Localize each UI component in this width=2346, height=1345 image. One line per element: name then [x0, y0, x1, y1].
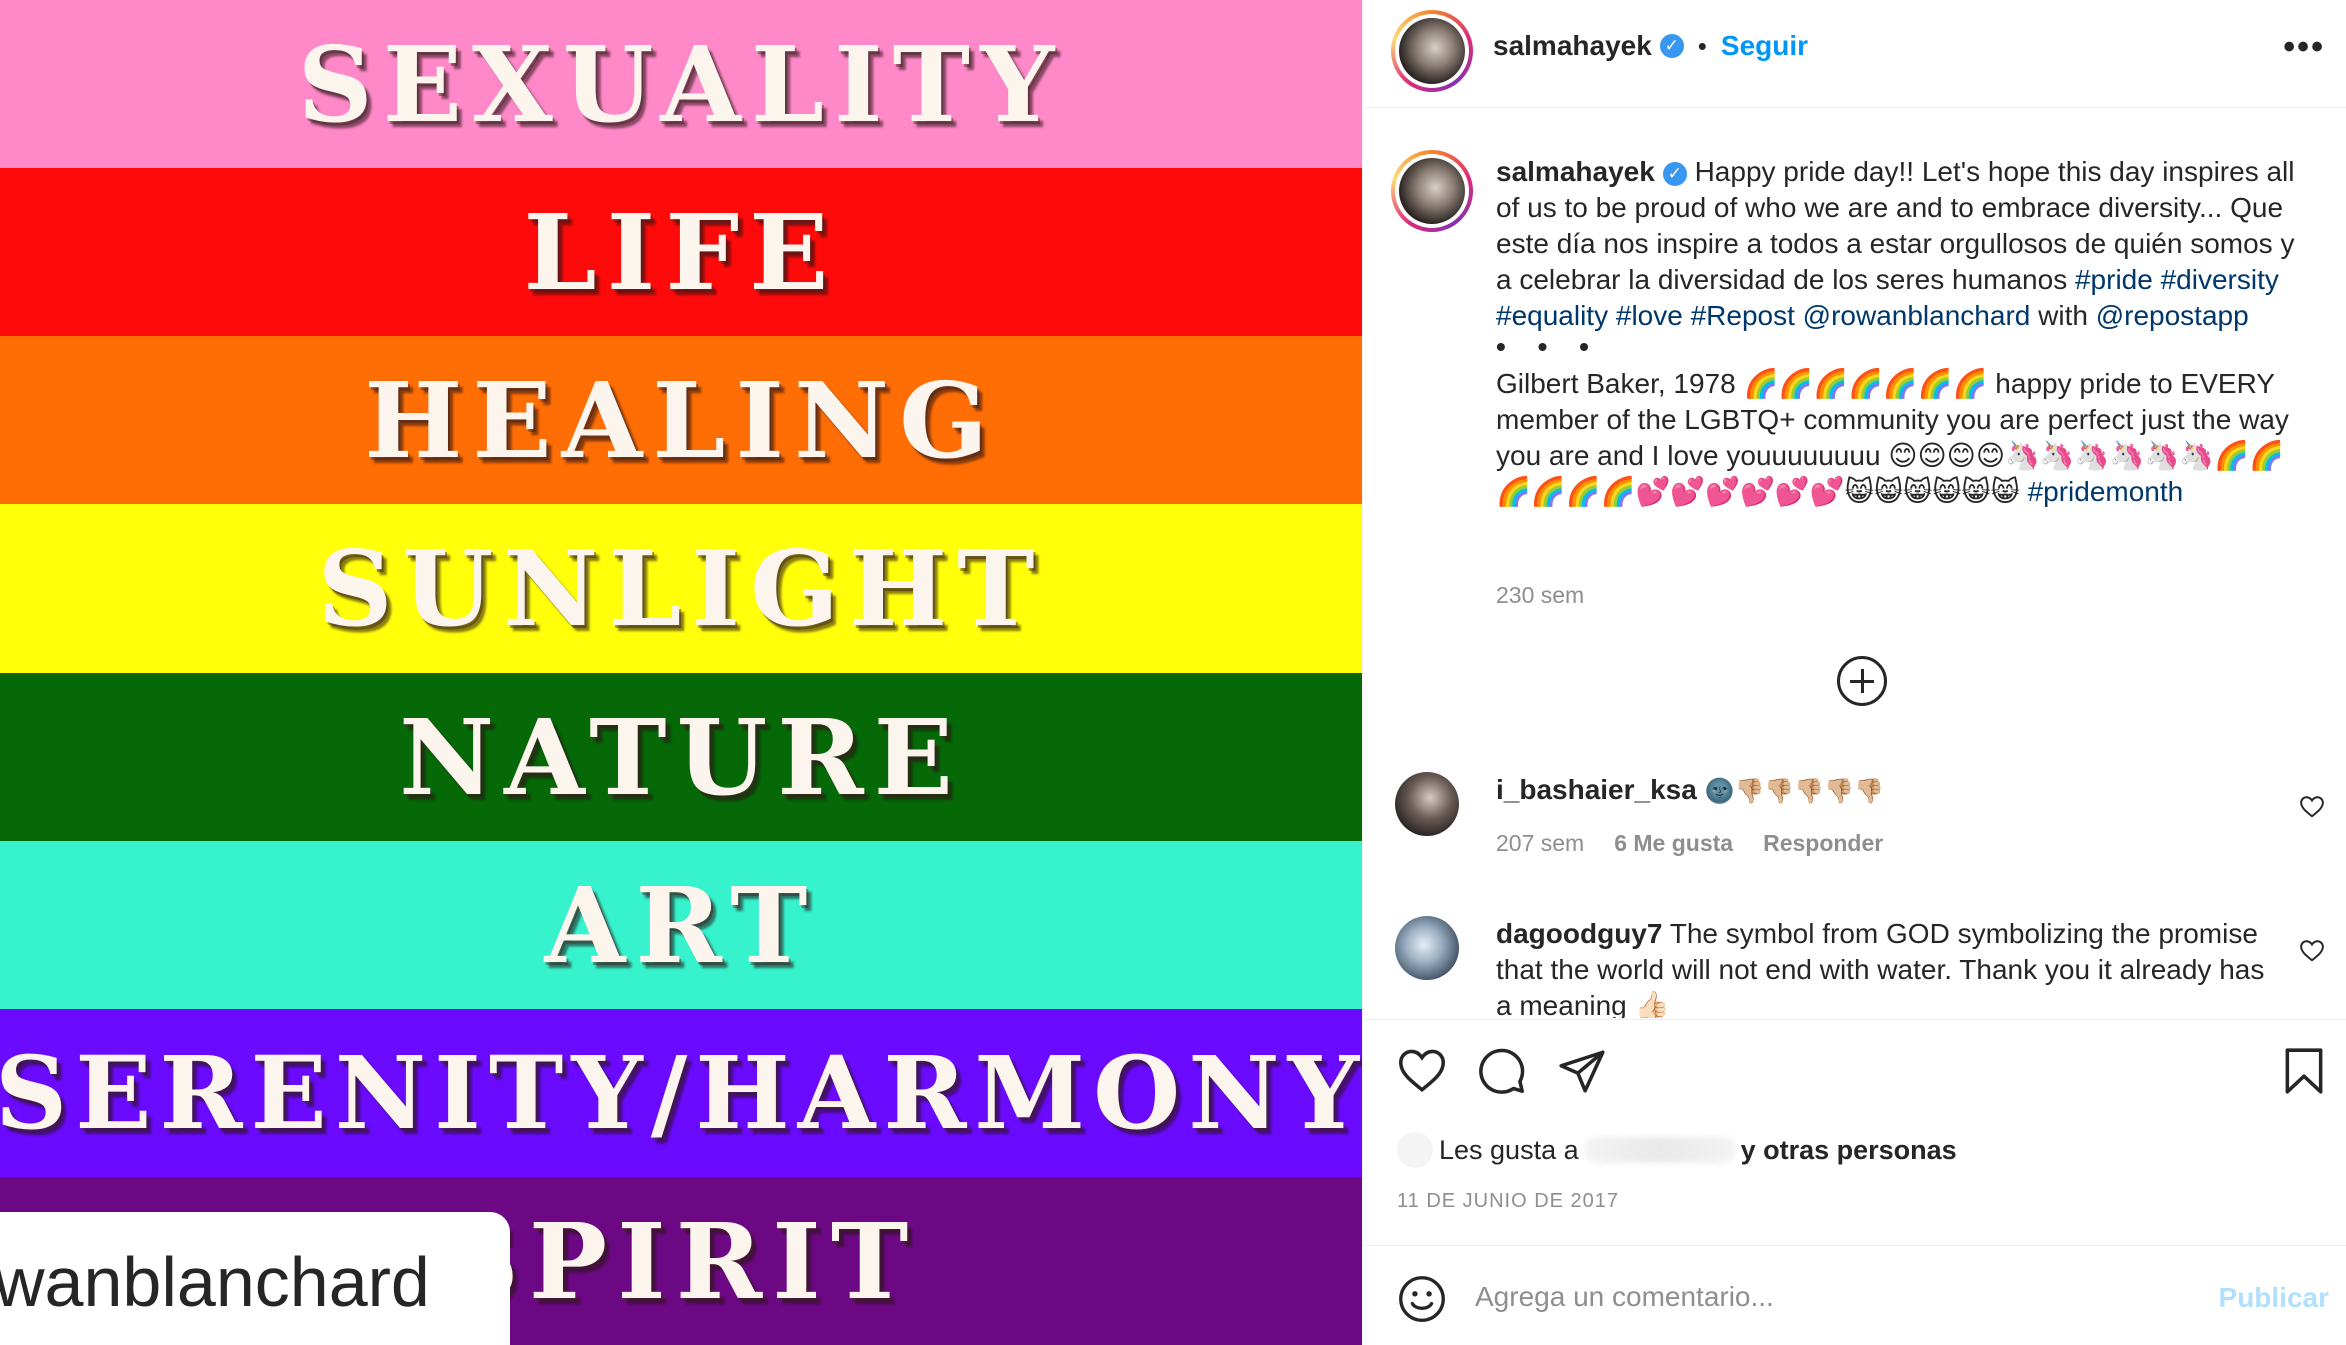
flag-stripe: HEALING: [0, 336, 1362, 506]
emoji-icon[interactable]: [1397, 1274, 1447, 1324]
publish-button[interactable]: Publicar: [2219, 1282, 2329, 1314]
comment-icon[interactable]: [1477, 1046, 1527, 1096]
hashtag-equality[interactable]: #equality: [1496, 300, 1608, 331]
stripe-word: SERENITY/HARMONY: [0, 1034, 1362, 1153]
comment-username[interactable]: i_bashaier_ksa: [1496, 774, 1697, 805]
comment-avatar[interactable]: [1395, 916, 1459, 980]
bookmark-icon[interactable]: [2279, 1046, 2329, 1096]
comment-username[interactable]: dagoodguy7: [1496, 918, 1662, 949]
stripe-word: SPIRIT: [443, 1199, 919, 1323]
flag-stripe: ART: [0, 840, 1362, 1010]
profile-avatar[interactable]: [1391, 10, 1473, 92]
comment-meta: 207 sem 6 Me gusta Responder: [1496, 830, 1883, 857]
caption-dots: • • •: [1496, 331, 1601, 362]
caption: salmahayek ✓ Happy pride day!! Let's hope…: [1496, 154, 2316, 510]
reply-button[interactable]: Responder: [1763, 830, 1883, 857]
load-more-comments-icon[interactable]: [1837, 656, 1887, 706]
with-word: with: [2038, 300, 2088, 331]
comment-likes[interactable]: 6 Me gusta: [1614, 830, 1733, 857]
comments-area[interactable]: salmahayek ✓ Happy pride day!! Let's hope…: [1363, 108, 2346, 1018]
stripe-word: SUNLIGHT: [317, 527, 1045, 651]
comment-heart-icon[interactable]: [2299, 794, 2325, 820]
stripe-word: LIFE: [523, 191, 839, 315]
stripe-word: NATURE: [399, 695, 963, 819]
flag-stripe: LIFE: [0, 168, 1362, 338]
liker-name-blurred[interactable]: [1584, 1137, 1735, 1163]
mention-rowanblanchard[interactable]: @rowanblanchard: [1803, 300, 2031, 331]
post-date[interactable]: 11 DE JUNIO DE 2017: [1397, 1190, 1619, 1213]
user-tag-text: wanblanchard: [0, 1243, 430, 1321]
comment-item: dagoodguy7 The symbol from GOD symbolizi…: [1363, 916, 2346, 1018]
stripe-word: ART: [544, 863, 818, 987]
likes-summary[interactable]: Les gusta a y otras personas: [1397, 1132, 1957, 1168]
caption-username[interactable]: salmahayek: [1496, 156, 1655, 187]
header-user: salmahayek ✓ • Seguir: [1493, 30, 1808, 62]
flag-stripe: SERENITY/HARMONY: [0, 1008, 1362, 1178]
post-actions: Les gusta a y otras personas 11 DE JUNIO…: [1363, 1019, 2346, 1249]
hashtag-pride[interactable]: #pride: [2075, 264, 2153, 295]
comment-avatar[interactable]: [1395, 772, 1459, 836]
flag-stripe: NATURE: [0, 672, 1362, 842]
hashtag-love[interactable]: #love: [1616, 300, 1683, 331]
comment-input[interactable]: [1475, 1272, 2135, 1322]
hashtag-repost[interactable]: #Repost: [1691, 300, 1795, 331]
comment-time[interactable]: 207 sem: [1496, 830, 1584, 857]
flag-stripe: SUNLIGHT: [0, 504, 1362, 674]
header-username[interactable]: salmahayek: [1493, 30, 1652, 62]
hashtag-diversity[interactable]: #diversity: [2161, 264, 2279, 295]
share-icon[interactable]: [1557, 1046, 1607, 1096]
likes-suffix[interactable]: y otras personas: [1741, 1135, 1957, 1166]
likes-prefix: Les gusta a: [1439, 1134, 1579, 1165]
flag-stripe: SEXUALITY: [0, 0, 1362, 170]
stripe-word: HEALING: [364, 359, 998, 483]
follow-button[interactable]: Seguir: [1721, 30, 1808, 62]
caption-timestamp[interactable]: 230 sem: [1496, 582, 1584, 609]
separator-dot: •: [1697, 30, 1707, 61]
hashtag-pridemonth[interactable]: #pridemonth: [2028, 476, 2184, 507]
add-comment-bar: Publicar: [1363, 1245, 2346, 1345]
mention-repostapp[interactable]: @repostapp: [2096, 300, 2249, 331]
more-options-icon[interactable]: •••: [2283, 28, 2325, 67]
verified-badge-icon: ✓: [1662, 161, 1687, 186]
verified-badge-icon: ✓: [1659, 34, 1684, 58]
heart-icon[interactable]: [1397, 1046, 1447, 1096]
liker-avatar[interactable]: [1397, 1132, 1433, 1168]
post-panel: salmahayek ✓ • Seguir ••• salmahayek ✓ Ha…: [1362, 0, 2346, 1345]
comment-heart-icon[interactable]: [2299, 938, 2325, 964]
caption-avatar[interactable]: [1391, 150, 1473, 232]
comment-item: i_bashaier_ksa 🌚👎🏼👎🏼👎🏼👎🏼👎🏼 207 sem 6 Me …: [1363, 772, 2346, 912]
user-tag-label[interactable]: wanblanchard: [0, 1212, 510, 1345]
post-image[interactable]: SEXUALITY LIFE HEALING SUNLIGHT NATURE ART SER…: [0, 0, 1362, 1345]
comment-text: 🌚👎🏼👎🏼👎🏼👎🏼👎🏼: [1704, 777, 1884, 805]
stripe-word: SEXUALITY: [297, 23, 1065, 147]
post-header: salmahayek ✓ • Seguir •••: [1363, 0, 2346, 108]
